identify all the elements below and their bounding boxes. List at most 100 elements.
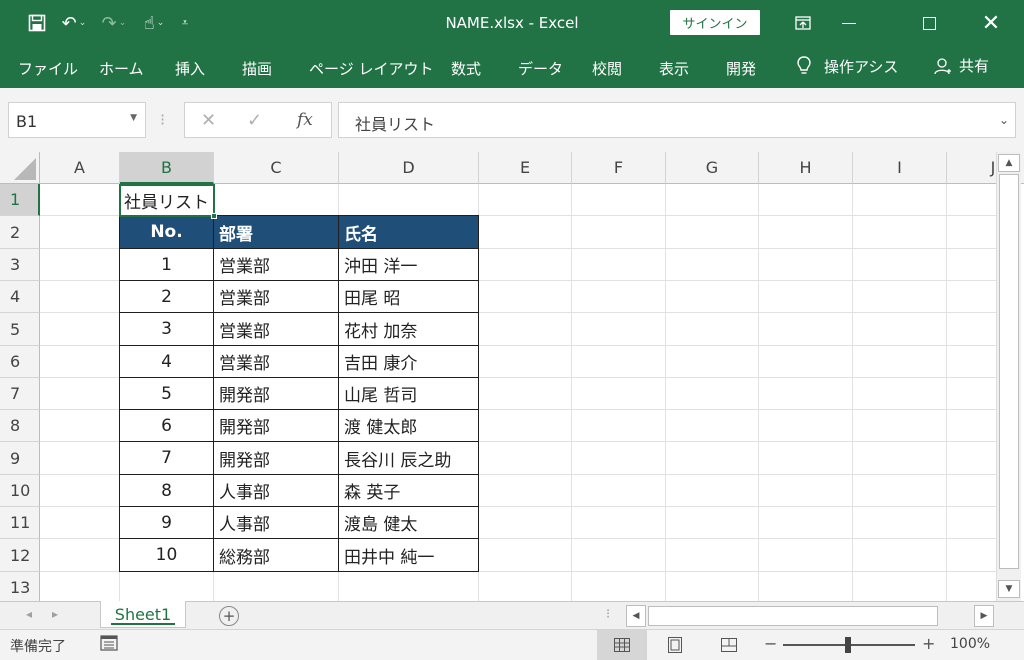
table-cell-name[interactable]: 沖田 洋一 xyxy=(339,249,479,281)
enter-icon[interactable]: ✓ xyxy=(247,110,262,131)
table-cell-department[interactable]: 営業部 xyxy=(214,249,339,281)
vertical-scrollbar[interactable]: ▲ ▼ xyxy=(996,152,1021,601)
tab-split-grip-icon[interactable]: ⁝ xyxy=(606,607,610,622)
row-header-11[interactable]: 11 xyxy=(0,507,40,539)
table-cell-department[interactable]: 開発部 xyxy=(214,378,339,410)
table-cell-no[interactable]: 6 xyxy=(119,410,214,442)
tab-review[interactable]: 校閲 xyxy=(592,58,622,79)
table-cell-no[interactable]: 7 xyxy=(119,442,214,475)
minimize-button[interactable] xyxy=(826,0,872,46)
share-button[interactable]: 共有 xyxy=(933,55,989,76)
column-header-a[interactable]: A xyxy=(40,152,120,184)
column-header-d[interactable]: D xyxy=(339,152,479,184)
name-box[interactable]: B1 ▼ xyxy=(8,102,146,138)
column-header-f[interactable]: F xyxy=(572,152,666,184)
signin-button[interactable]: サインイン xyxy=(670,10,760,35)
table-cell-name[interactable]: 吉田 康介 xyxy=(339,346,479,378)
row-header-7[interactable]: 7 xyxy=(0,378,40,410)
table-cell-name[interactable]: 花村 加奈 xyxy=(339,313,479,346)
table-cell-department[interactable]: 営業部 xyxy=(214,346,339,378)
tab-formulas[interactable]: 数式 xyxy=(451,58,481,79)
scroll-down-icon[interactable]: ▼ xyxy=(998,580,1020,598)
table-cell-department[interactable]: 営業部 xyxy=(214,313,339,346)
undo-button[interactable]: ↶ ⌄ xyxy=(54,0,94,46)
tab-home[interactable]: ホーム xyxy=(99,58,144,79)
zoom-in-button[interactable]: + xyxy=(922,634,935,653)
scroll-left-icon[interactable]: ◀ xyxy=(626,605,646,627)
customize-qat-button[interactable]: ⩡ xyxy=(174,0,196,46)
tab-developer[interactable]: 開発 xyxy=(726,58,756,79)
vertical-scroll-thumb[interactable] xyxy=(999,174,1019,569)
table-cell-no[interactable]: 3 xyxy=(119,313,214,346)
row-header-12[interactable]: 12 xyxy=(0,539,40,572)
table-cell-department[interactable]: 開発部 xyxy=(214,442,339,475)
table-cell-name[interactable]: 森 英子 xyxy=(339,475,479,507)
column-header-h[interactable]: H xyxy=(759,152,853,184)
table-header-name[interactable]: 氏名 xyxy=(339,215,479,249)
cancel-icon[interactable]: ✕ xyxy=(201,110,216,131)
row-header-5[interactable]: 5 xyxy=(0,313,40,346)
table-cell-department[interactable]: 総務部 xyxy=(214,539,339,572)
table-cell-no[interactable]: 8 xyxy=(119,475,214,507)
normal-view-button[interactable] xyxy=(597,630,647,660)
column-header-i[interactable]: I xyxy=(853,152,947,184)
tab-data[interactable]: データ xyxy=(518,58,563,79)
row-header-1[interactable]: 1 xyxy=(0,184,40,216)
zoom-level[interactable]: 100% xyxy=(950,636,990,652)
table-cell-name[interactable]: 田井中 純一 xyxy=(339,539,479,572)
worksheet-grid[interactable]: ABCDEFGHIJ 1 2 3 4 5 6 7 8 9 10 11 12 13 社員リスト No. 部署氏… xyxy=(0,152,1024,601)
zoom-slider-thumb[interactable] xyxy=(845,637,851,653)
name-box-dropdown-icon[interactable]: ▼ xyxy=(130,113,137,123)
tell-me-search[interactable]: 操作アシス xyxy=(796,55,898,77)
select-all-button[interactable] xyxy=(0,152,40,184)
row-header-4[interactable]: 4 xyxy=(0,281,40,313)
column-header-c[interactable]: C xyxy=(214,152,339,184)
maximize-button[interactable] xyxy=(906,0,952,46)
tab-page-layout[interactable]: ページ レイアウト xyxy=(309,58,433,79)
tab-view[interactable]: 表示 xyxy=(659,58,689,79)
table-cell-name[interactable]: 渡 健太郎 xyxy=(339,410,479,442)
row-header-2[interactable]: 2 xyxy=(0,216,40,249)
table-cell-department[interactable]: 人事部 xyxy=(214,475,339,507)
horizontal-scrollbar[interactable]: ◀ ▶ xyxy=(626,605,998,627)
table-header-department[interactable]: 部署 xyxy=(214,215,339,249)
row-header-9[interactable]: 9 xyxy=(0,442,40,475)
horizontal-scroll-thumb[interactable] xyxy=(648,606,938,626)
redo-button[interactable]: ↷ ⌄ xyxy=(94,0,134,46)
scroll-right-icon[interactable]: ▶ xyxy=(974,605,994,627)
touch-mode-button[interactable]: ☝ ⌄ xyxy=(134,0,174,46)
touch-caret-icon[interactable]: ⌄ xyxy=(157,18,165,28)
save-button[interactable] xyxy=(20,0,54,46)
ribbon-display-button[interactable] xyxy=(780,0,826,46)
zoom-out-button[interactable]: − xyxy=(764,634,777,653)
next-sheet-icon[interactable]: ▸ xyxy=(52,607,58,621)
close-button[interactable]: ✕ xyxy=(968,0,1014,46)
column-header-e[interactable]: E xyxy=(479,152,572,184)
prev-sheet-icon[interactable]: ◂ xyxy=(26,607,32,621)
table-cell-no[interactable]: 10 xyxy=(119,539,214,572)
table-cell-name[interactable]: 長谷川 辰之助 xyxy=(339,442,479,475)
page-break-view-button[interactable] xyxy=(704,630,754,660)
row-header-8[interactable]: 8 xyxy=(0,410,40,442)
table-cell-department[interactable]: 営業部 xyxy=(214,281,339,313)
table-cell-no[interactable]: 9 xyxy=(119,507,214,539)
redo-caret-icon[interactable]: ⌄ xyxy=(119,18,127,28)
tab-file[interactable]: ファイル xyxy=(18,58,78,79)
row-header-3[interactable]: 3 xyxy=(0,249,40,281)
table-cell-name[interactable]: 渡島 健太 xyxy=(339,507,479,539)
formula-input[interactable]: 社員リスト ⌄ xyxy=(338,102,1016,138)
column-header-g[interactable]: G xyxy=(666,152,759,184)
macro-record-icon[interactable] xyxy=(100,634,120,652)
table-cell-name[interactable]: 山尾 哲司 xyxy=(339,378,479,410)
row-header-13[interactable]: 13 xyxy=(0,572,40,601)
scroll-up-icon[interactable]: ▲ xyxy=(998,154,1020,172)
expand-formula-icon[interactable]: ⌄ xyxy=(999,113,1009,127)
tab-insert[interactable]: 挿入 xyxy=(175,58,205,79)
table-cell-no[interactable]: 2 xyxy=(119,281,214,313)
table-cell-department[interactable]: 開発部 xyxy=(214,410,339,442)
table-cell-no[interactable]: 4 xyxy=(119,346,214,378)
add-sheet-button[interactable]: + xyxy=(219,606,239,626)
table-cell-no[interactable]: 5 xyxy=(119,378,214,410)
row-header-10[interactable]: 10 xyxy=(0,475,40,507)
insert-function-button[interactable]: fx xyxy=(297,110,313,130)
